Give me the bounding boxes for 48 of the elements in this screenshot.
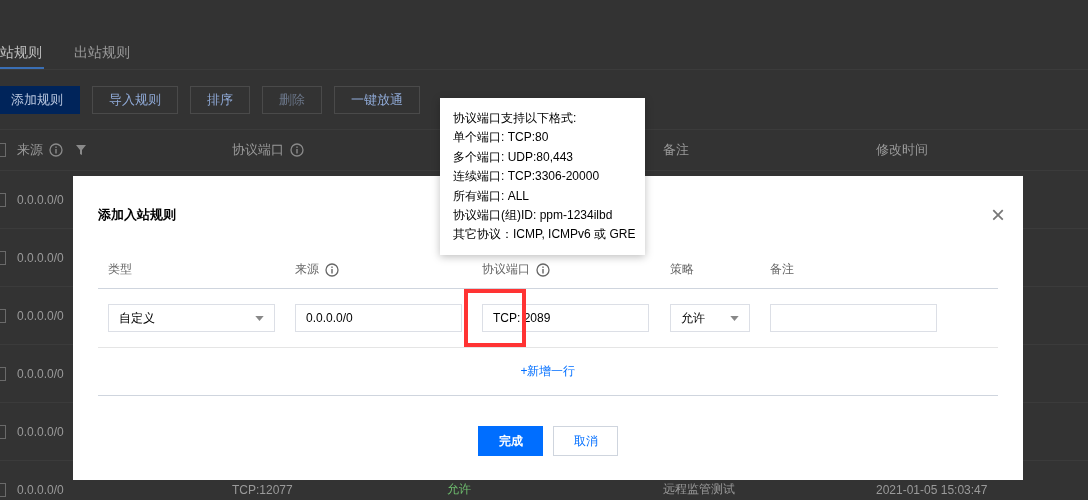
column-header: 协议端口 bbox=[482, 261, 530, 278]
source-field[interactable]: 0.0.0.0/0 bbox=[295, 304, 462, 332]
tooltip-text: 单个端口: TCP:80 bbox=[453, 129, 550, 147]
policy-select[interactable]: 允许 bbox=[670, 304, 750, 332]
column-header: 类型 bbox=[108, 261, 132, 278]
column-header: 来源 bbox=[17, 141, 43, 159]
column-header: 备注 bbox=[770, 261, 794, 278]
confirm-button[interactable]: 完成 bbox=[478, 426, 543, 456]
dialog-title: 添加入站规则 bbox=[98, 205, 176, 224]
column-header: 备注 bbox=[663, 141, 689, 159]
tooltip-text: 协议端口(组)ID: ppm-1234ilbd bbox=[453, 207, 614, 225]
close-button[interactable]: × bbox=[991, 202, 1005, 227]
toolbar-button[interactable]: 一键放通 bbox=[334, 85, 420, 114]
table-cell: 0.0.0.0/0 bbox=[17, 424, 64, 439]
caret-icon bbox=[730, 315, 739, 321]
info-icon[interactable] bbox=[290, 143, 304, 157]
table-cell: 0.0.0.0/0 bbox=[17, 192, 64, 207]
table-cell: 0.0.0.0/0 bbox=[17, 482, 64, 497]
cancel-button[interactable]: 取消 bbox=[553, 426, 618, 456]
table-cell: 0.0.0.0/0 bbox=[17, 250, 64, 265]
add-row-link[interactable]: +新增一行 bbox=[520, 363, 576, 380]
toolbar-button[interactable]: 排序 bbox=[190, 85, 250, 114]
info-icon[interactable] bbox=[49, 143, 63, 157]
caret-icon bbox=[255, 315, 264, 321]
tab[interactable]: 出站规则 bbox=[74, 44, 130, 69]
column-header: 策略 bbox=[670, 261, 694, 278]
port-field[interactable]: TCP: 2089 bbox=[482, 304, 649, 332]
column-header: 修改时间 bbox=[876, 141, 928, 159]
table-cell: 允许 bbox=[447, 481, 471, 498]
type-select[interactable]: 自定义 bbox=[108, 304, 275, 332]
table-cell: TCP:12077 bbox=[232, 482, 293, 497]
info-icon[interactable] bbox=[325, 262, 339, 277]
toolbar-button[interactable]: 导入规则 bbox=[92, 85, 178, 114]
column-header: 协议端口 bbox=[232, 141, 284, 159]
toolbar-button[interactable]: 添加规则 bbox=[0, 85, 80, 114]
column-header: 来源 bbox=[295, 261, 319, 278]
table-cell: 远程监管测试 bbox=[663, 481, 735, 498]
table-cell: 0.0.0.0/0 bbox=[17, 366, 64, 381]
note-field[interactable] bbox=[770, 304, 937, 332]
filter-icon[interactable] bbox=[75, 144, 87, 156]
tooltip-text: 协议端口支持以下格式: bbox=[453, 110, 578, 127]
tab[interactable]: 站规则 bbox=[0, 44, 44, 69]
info-icon[interactable] bbox=[536, 262, 550, 277]
table-cell: 0.0.0.0/0 bbox=[17, 308, 64, 323]
tooltip-text: 所有端口: ALL bbox=[453, 187, 531, 205]
table-cell: 2021-01-05 15:03:47 bbox=[876, 482, 988, 497]
tooltip-text: 多个端口: UDP:80,443 bbox=[453, 148, 575, 166]
tooltip-text: 连续端口: TCP:3306-20000 bbox=[453, 168, 601, 186]
